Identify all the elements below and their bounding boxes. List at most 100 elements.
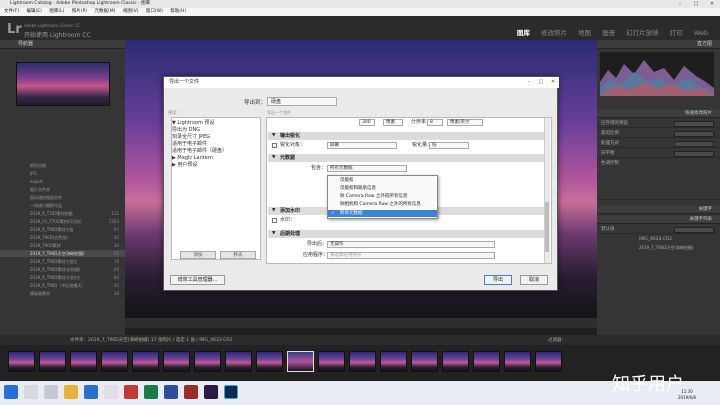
- search-icon[interactable]: [24, 385, 38, 399]
- size-unit-select[interactable]: 像素/英寸: [447, 119, 483, 126]
- module-print[interactable]: 打印: [670, 29, 683, 37]
- cancel-button[interactable]: 取消: [520, 275, 548, 285]
- preset-group-lightroom[interactable]: ▼ Lightroom 预设: [172, 120, 260, 127]
- include-select[interactable]: 所有元数据: [327, 165, 407, 172]
- collection-item[interactable]: 2019_8_T90D素材(水拍摄) 69: [0, 266, 125, 273]
- export-to-select[interactable]: 硬盘: [267, 97, 337, 106]
- dialog-minimize-icon[interactable]: –: [523, 77, 535, 88]
- menu-help[interactable]: 帮助(H): [170, 8, 186, 16]
- collection-item[interactable]: export: [0, 178, 125, 185]
- preset-dng[interactable]: 导出为 DNG: [172, 127, 260, 134]
- minimize-icon[interactable]: –: [672, 0, 688, 8]
- amount-select[interactable]: 低: [429, 142, 469, 149]
- application-select[interactable]: 请选择应用程序: [327, 252, 495, 259]
- task-view-icon[interactable]: [44, 385, 58, 399]
- chrome-icon[interactable]: [104, 385, 118, 399]
- collection-item[interactable]: JPG: [0, 170, 125, 177]
- filmstrip-thumbnail[interactable]: [318, 351, 345, 372]
- collection-item[interactable]: 模板暗素材 38: [0, 290, 125, 297]
- collection-item[interactable]: 2019_8_T90D（中区拍摄天） 45: [0, 282, 125, 289]
- filmstrip-thumbnail[interactable]: [349, 351, 376, 372]
- module-web[interactable]: Web: [694, 29, 708, 37]
- filmstrip-thumbnail[interactable]: [225, 351, 252, 372]
- remove-preset-button[interactable]: 移去: [220, 251, 256, 259]
- identity-plate-line2[interactable]: 开始使用 Lightroom CC: [24, 30, 91, 39]
- collection-item[interactable]: 图片文件夹: [0, 186, 125, 193]
- resolution-input[interactable]: 300: [359, 119, 375, 126]
- premiere-icon[interactable]: [204, 385, 218, 399]
- preset-full-jpeg[interactable]: 刻录全尺寸 JPEG: [172, 134, 260, 141]
- settings-scroll-thumb[interactable]: [545, 202, 549, 252]
- section-post-processing[interactable]: ▼ 后期处理: [268, 230, 544, 238]
- filmstrip-thumbnail[interactable]: [132, 351, 159, 372]
- collection-item[interactable]: 2019_8_T90D素材大(拍)左 84: [0, 274, 125, 281]
- filmstrip-thumbnail[interactable]: [287, 351, 314, 372]
- quick-develop-header[interactable]: 快速修改照片: [597, 110, 720, 118]
- collection-item[interactable]: 2019_8_T90D素材大拍 97: [0, 226, 125, 233]
- sharpen-checkbox[interactable]: ✓: [272, 143, 277, 148]
- sharpen-for-select[interactable]: 屏幕: [327, 142, 397, 149]
- dropdown-option-all[interactable]: ✓ 所有元数据: [328, 210, 437, 217]
- collection-item[interactable]: 2019_T90D(白色拍) 42: [0, 234, 125, 241]
- navigator-header[interactable]: 导航器: [0, 40, 125, 49]
- dropdown-option-no-camera-raw[interactable]: 除相机和 Camera Raw 之外的所有信息: [328, 201, 437, 208]
- dialog-close-icon[interactable]: ✕: [547, 77, 559, 88]
- menu-edit[interactable]: 编辑(E): [27, 8, 42, 16]
- preset-email[interactable]: 适用于电子邮件: [172, 141, 260, 148]
- preset-email-disk[interactable]: 适用于电子邮件（硬盘）: [172, 148, 260, 155]
- filmstrip-thumbnail[interactable]: [39, 351, 66, 372]
- preset-group-user[interactable]: ▶ 用户预设: [172, 162, 260, 169]
- white-balance-select[interactable]: [674, 151, 714, 157]
- collection-item[interactable]: 2019_8_T700素材拍摄 111: [0, 210, 125, 217]
- export-confirm-button[interactable]: 导出: [484, 275, 512, 285]
- module-develop[interactable]: 修改照片: [541, 29, 567, 37]
- collection-item[interactable]: 2019_01_T70D素材(5月拍) 1303: [0, 218, 125, 225]
- collection-item[interactable]: 2019_7_T90D素材大拍左 76: [0, 258, 125, 265]
- filmstrip-thumbnail[interactable]: [194, 351, 221, 372]
- menu-metadata[interactable]: 元数据(M): [94, 8, 115, 16]
- collection-item[interactable]: 颜色风格: [0, 162, 125, 169]
- navigator-preview[interactable]: [16, 62, 110, 106]
- menu-view[interactable]: 视图(V): [123, 8, 139, 16]
- menu-window[interactable]: 窗口(W): [146, 8, 163, 16]
- filmstrip-thumbnail[interactable]: [504, 351, 531, 372]
- filmstrip-source-info[interactable]: 文件夹：2019_7_T90D天空(海峡拍摄) 17 张照片 / 选定 1 张 …: [70, 337, 232, 343]
- module-library[interactable]: 图库: [517, 29, 530, 37]
- add-preset-button[interactable]: 添加: [180, 251, 216, 259]
- collection-item[interactable]: 国际旅拍相册文件: [0, 194, 125, 201]
- lightroom-taskbar-icon[interactable]: [224, 385, 238, 399]
- preset-group-magic-lantern[interactable]: ▶ Magic Lantern: [172, 155, 260, 162]
- size-input[interactable]: 8: [427, 119, 443, 126]
- close-icon[interactable]: ✕: [704, 0, 720, 8]
- section-metadata[interactable]: ▼ 元数据: [268, 154, 544, 162]
- edge-icon[interactable]: [84, 385, 98, 399]
- dialog-maximize-icon[interactable]: □: [535, 77, 547, 88]
- keywording-header[interactable]: 关键字: [597, 206, 720, 214]
- filmstrip-thumbnail[interactable]: [442, 351, 469, 372]
- filmstrip-thumbnail[interactable]: [256, 351, 283, 372]
- word-icon[interactable]: [164, 385, 178, 399]
- dropdown-option-copyright[interactable]: 仅版权: [328, 177, 437, 184]
- module-slideshow[interactable]: 幻灯片放映: [626, 29, 659, 37]
- after-export-select[interactable]: 无操作: [327, 241, 495, 248]
- filmstrip-thumbnail[interactable]: [473, 351, 500, 372]
- collection-item[interactable]: 2019_7_T90D天空(海峡拍摄) 62: [0, 250, 125, 257]
- maximize-icon[interactable]: □: [688, 0, 704, 8]
- metadata-filename[interactable]: IMG_4633.CR2: [601, 236, 720, 244]
- dropdown-option-no-raw[interactable]: 除 Camera Raw 之外的所有信息: [328, 193, 437, 200]
- watermark-checkbox[interactable]: [272, 218, 277, 223]
- menu-photo[interactable]: 照片(P): [72, 8, 87, 16]
- section-output-sharpening[interactable]: ▼ 输出锐化: [268, 132, 544, 140]
- filmstrip-thumbnail[interactable]: [535, 351, 562, 372]
- collection-item[interactable]: 一场旅行摄影作品: [0, 202, 125, 209]
- menu-file[interactable]: 文件(F): [4, 8, 19, 16]
- module-book[interactable]: 画册: [602, 29, 615, 37]
- excel-icon[interactable]: [144, 385, 158, 399]
- histogram-header[interactable]: 直方图: [597, 40, 720, 49]
- start-icon[interactable]: [4, 385, 18, 399]
- saved-preset-select[interactable]: [674, 121, 714, 127]
- ppt-icon[interactable]: [184, 385, 198, 399]
- filmstrip-thumbnail[interactable]: [163, 351, 190, 372]
- filmstrip-thumbnail[interactable]: [70, 351, 97, 372]
- filmstrip-thumbnail[interactable]: [380, 351, 407, 372]
